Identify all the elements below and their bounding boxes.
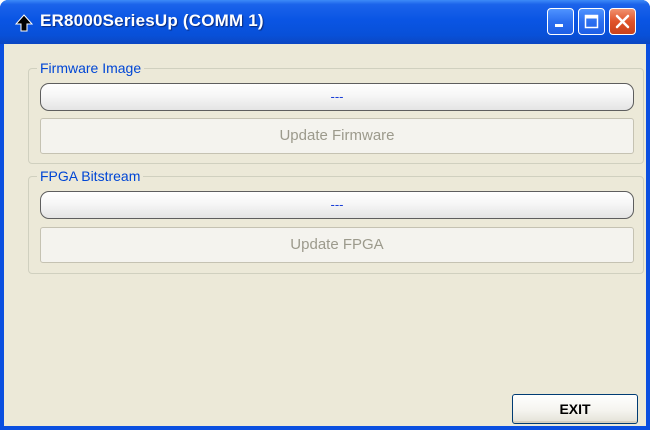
close-button[interactable] xyxy=(609,8,636,35)
title-bar[interactable]: ER8000SeriesUp (COMM 1) xyxy=(0,0,650,44)
fpga-status-field: --- xyxy=(40,191,634,219)
firmware-status-field: --- xyxy=(40,83,634,111)
up-arrow-icon xyxy=(14,13,34,33)
update-fpga-button[interactable]: Update FPGA xyxy=(40,227,634,263)
client-area: Firmware Image --- Update Firmware FPGA … xyxy=(4,44,646,426)
update-firmware-button[interactable]: Update Firmware xyxy=(40,118,634,154)
close-icon xyxy=(615,14,630,29)
firmware-image-group: Firmware Image --- Update Firmware xyxy=(28,59,644,164)
minimize-button[interactable] xyxy=(547,8,574,35)
window-title: ER8000SeriesUp (COMM 1) xyxy=(40,11,264,30)
minimize-icon xyxy=(555,24,563,27)
maximize-icon xyxy=(584,14,599,29)
fpga-bitstream-group: FPGA Bitstream --- Update FPGA xyxy=(28,167,644,274)
maximize-button[interactable] xyxy=(578,8,605,35)
fpga-group-label: FPGA Bitstream xyxy=(37,167,144,185)
exit-button[interactable]: EXIT xyxy=(512,394,638,424)
app-window: ER8000SeriesUp (COMM 1) Firmware Image -… xyxy=(0,0,650,430)
firmware-group-label: Firmware Image xyxy=(37,59,145,77)
